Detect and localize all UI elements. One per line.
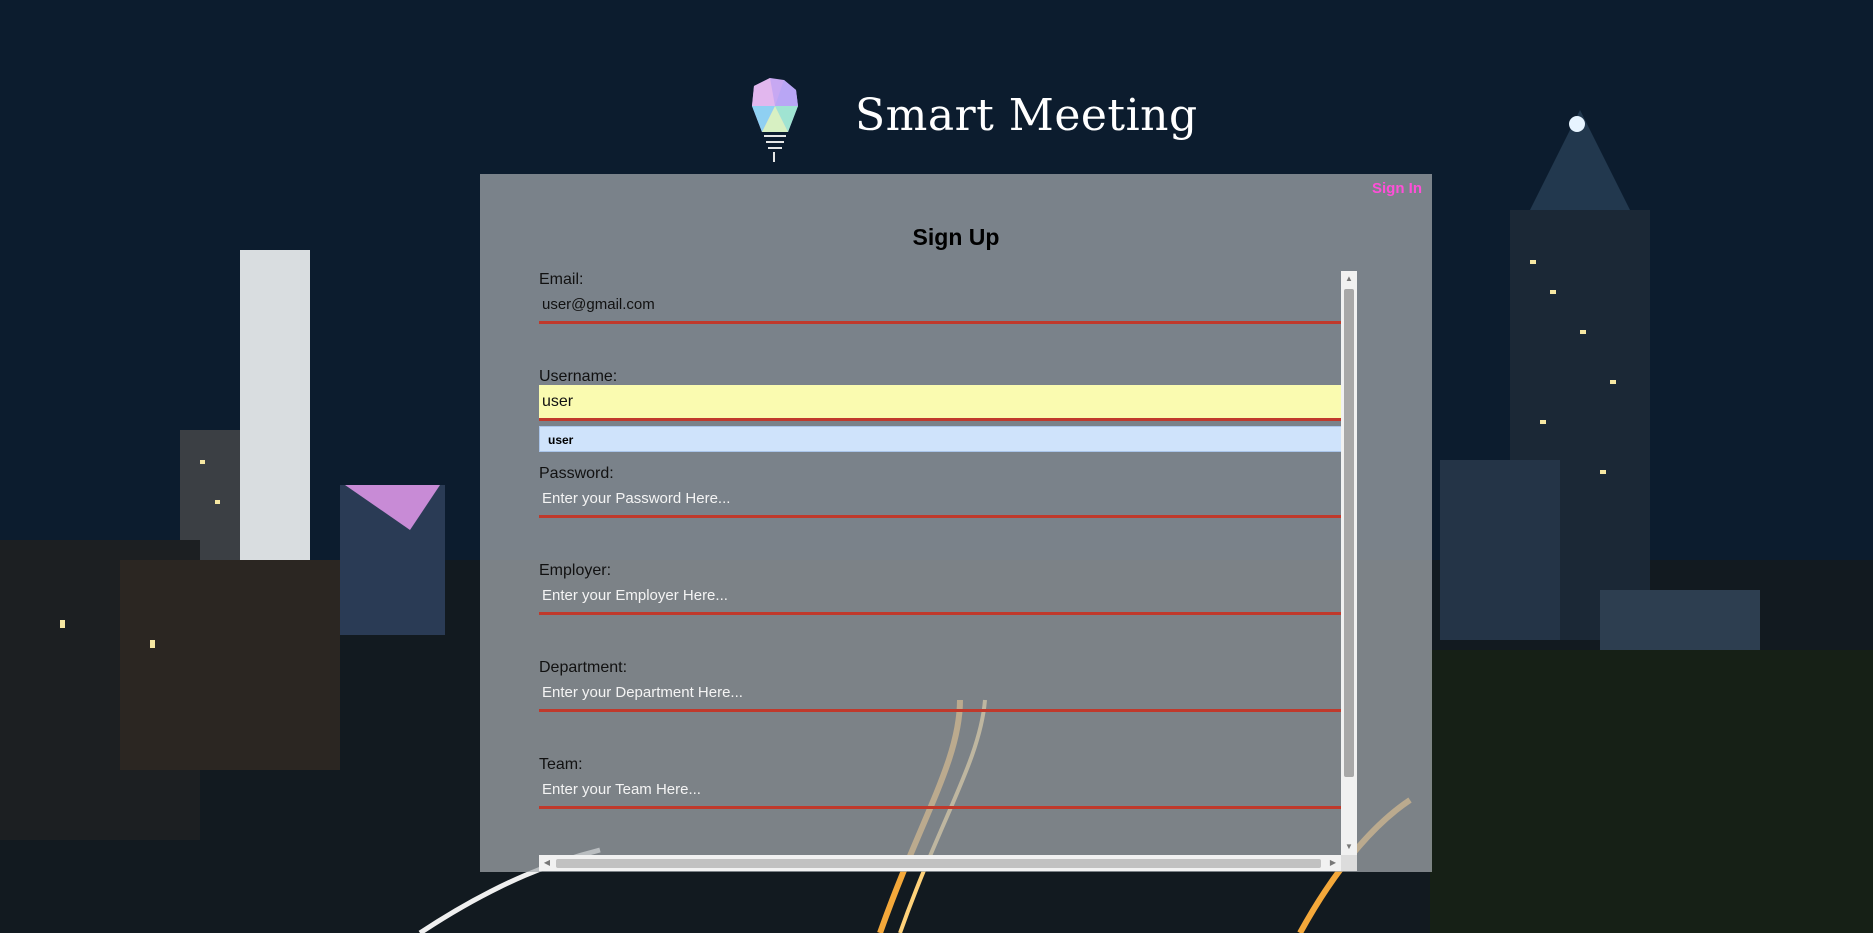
password-label: Password:: [539, 465, 614, 482]
horizontal-scroll-thumb[interactable]: [556, 859, 1321, 868]
email-field-group: Email:: [539, 271, 1341, 361]
form-scroll-frame[interactable]: Email: Username: Password: Employer: Dep…: [539, 271, 1357, 871]
scrollbar-corner: [1341, 855, 1357, 871]
brand-header: Smart Meeting: [740, 76, 1197, 166]
department-label: Department:: [539, 659, 628, 676]
username-input[interactable]: [539, 385, 1341, 421]
scroll-up-icon[interactable]: ▲: [1341, 271, 1357, 287]
employer-field-group: Employer:: [539, 562, 1341, 652]
signin-link[interactable]: Sign In: [1372, 180, 1422, 197]
scroll-left-icon[interactable]: ◀: [539, 855, 555, 871]
department-input[interactable]: [539, 676, 1341, 712]
employer-input[interactable]: [539, 579, 1341, 615]
form-title: Sign Up: [912, 224, 1000, 250]
team-input[interactable]: [539, 773, 1341, 809]
email-input[interactable]: [539, 288, 1341, 324]
autocomplete-suggestion[interactable]: user: [539, 426, 1341, 452]
app-title: Smart Meeting: [855, 90, 1198, 141]
vertical-scroll-thumb[interactable]: [1344, 289, 1354, 777]
horizontal-scrollbar[interactable]: ◀ ▶: [539, 855, 1341, 871]
team-field-group: Team:: [539, 756, 1341, 846]
signup-panel: Sign In Sign Up Email: Username: Passwor…: [480, 174, 1432, 872]
scroll-right-icon[interactable]: ▶: [1325, 855, 1341, 871]
employer-label: Employer:: [539, 562, 612, 579]
vertical-scrollbar[interactable]: ▲ ▼: [1341, 271, 1357, 855]
username-label: Username:: [539, 368, 618, 385]
email-label: Email:: [539, 271, 584, 288]
scroll-down-icon[interactable]: ▼: [1341, 839, 1357, 855]
lightbulb-gem-icon: [752, 78, 798, 162]
password-field-group: Password:: [539, 465, 1341, 555]
password-input[interactable]: [539, 482, 1341, 518]
signup-form: Email: Username: Password: Employer: Dep…: [539, 271, 1341, 855]
department-field-group: Department:: [539, 659, 1341, 749]
team-label: Team:: [539, 756, 583, 773]
